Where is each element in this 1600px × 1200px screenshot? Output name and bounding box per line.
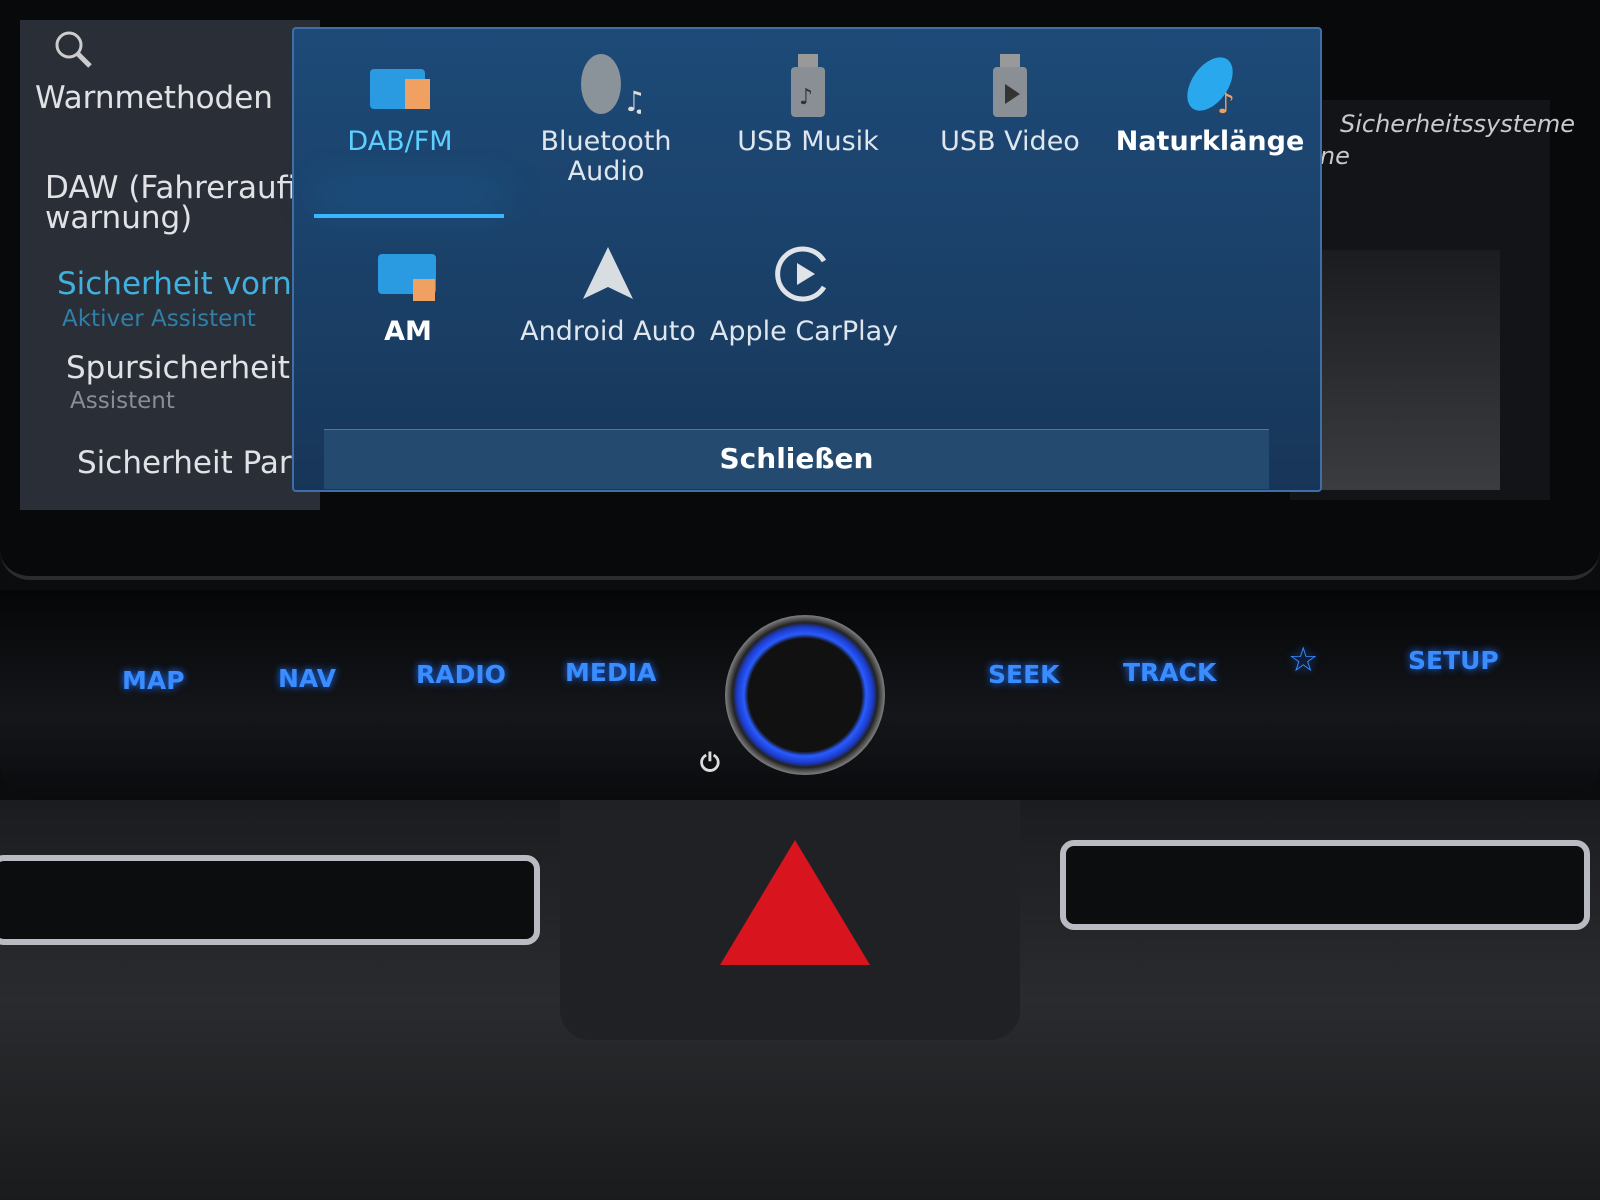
right-air-vent[interactable] [1060,840,1590,930]
menu-item-warnmethoden[interactable]: Warnmethoden [35,80,325,116]
usb-video-icon [993,54,1027,117]
source-label: Naturklänge [1115,126,1305,157]
source-label: DAB/FM [347,126,453,157]
svg-text:♪: ♪ [799,85,813,110]
map-button[interactable]: MAP [122,666,185,695]
close-button[interactable]: Schließen [324,429,1269,489]
seek-button[interactable]: SEEK [988,660,1060,689]
menu-item-sub: Aktiver Assistent [62,306,256,332]
source-bluetooth-audio[interactable]: ♫ Bluetooth Audio [506,49,706,187]
radio-button[interactable]: RADIO [416,660,506,689]
search-icon[interactable] [52,28,96,72]
source-label: USB Video [940,126,1080,157]
radio-am-icon [378,254,436,301]
menu-item-sub: Assistent [70,388,175,414]
selection-indicator [314,214,504,218]
infotainment-screen: Warnmethoden DAW (Fahreraufi warnung) Si… [0,0,1600,580]
star-icon[interactable]: ☆ [1288,640,1318,680]
source-label: AM [384,316,432,347]
safety-title: Sicherheitssysteme [1340,110,1576,138]
settings-menu: Warnmethoden DAW (Fahreraufi warnung) Si… [20,20,328,510]
nav-button[interactable]: NAV [278,664,336,693]
source-label: Apple CarPlay [709,316,899,347]
nature-sounds-icon: ♪ [1187,57,1235,119]
svg-text:♪: ♪ [1217,87,1235,119]
setup-button[interactable]: SETUP [1408,646,1499,675]
radio-dab-fm-icon [370,69,430,109]
volume-knob[interactable] [725,615,885,775]
source-dab-fm[interactable]: DAB/FM [300,49,500,157]
track-button[interactable]: TRACK [1123,658,1216,687]
hazard-warning-button[interactable] [720,840,870,965]
source-label: USB Musik [737,126,879,157]
source-naturklaenge[interactable]: ♪ Naturklänge [1110,49,1310,157]
source-am[interactable]: AM [308,239,508,347]
media-source-popup: DAB/FM ♫ Bluetooth Audio ♪ USB Musik USB… [292,27,1322,492]
road-illustration [1300,250,1500,490]
source-usb-video[interactable]: USB Video [910,49,1110,157]
source-apple-carplay[interactable]: Apple CarPlay [704,239,904,347]
media-button[interactable]: MEDIA [565,658,656,687]
left-air-vent[interactable] [0,855,540,945]
source-usb-musik[interactable]: ♪ USB Musik [708,49,908,157]
usb-music-icon: ♪ [791,54,825,117]
svg-text:♫: ♫ [623,85,641,118]
android-auto-icon [583,247,633,299]
source-label: Bluetooth Audio [540,126,672,187]
apple-carplay-icon [775,246,827,302]
source-label: Android Auto [520,316,696,347]
power-icon[interactable]: ⏻ [700,748,720,778]
source-android-auto[interactable]: Android Auto [508,239,708,347]
bluetooth-audio-icon: ♫ [581,54,641,118]
